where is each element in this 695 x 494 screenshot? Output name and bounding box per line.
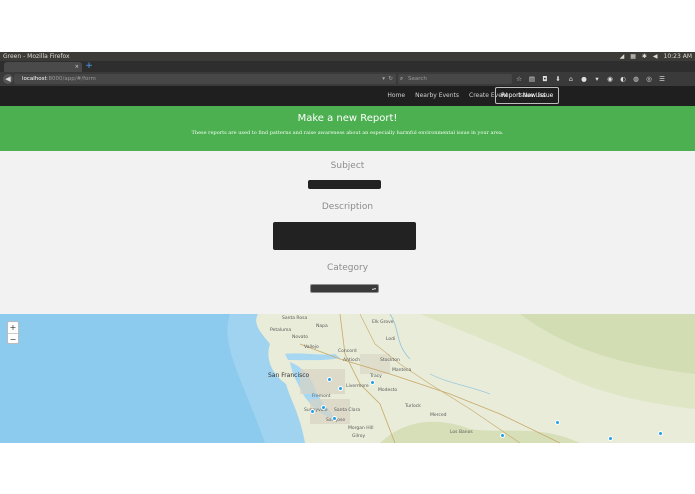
- map-label: Santa Clara: [334, 408, 361, 413]
- window-title-bar: Green - Mozilla Firefox ◢ ▦ ✱ ◀ 10:23 AM: [0, 52, 695, 61]
- url-host: localhost: [22, 76, 47, 82]
- event-marker[interactable]: [608, 436, 613, 441]
- map-label: Fremont: [312, 394, 331, 399]
- page-viewport: Home Nearby Events Create Event Issue Li…: [0, 86, 695, 443]
- tab-strip: Green - Mozilla Firefox × +: [0, 61, 695, 72]
- event-marker[interactable]: [338, 386, 343, 391]
- zoom-in-button[interactable]: +: [8, 322, 18, 333]
- map-label: Turlock: [405, 404, 421, 409]
- event-marker[interactable]: [500, 433, 505, 438]
- zoom-control: + −: [7, 321, 19, 344]
- map-label: Santa Rosa: [282, 316, 308, 321]
- chat-icon[interactable]: ●: [580, 74, 588, 84]
- new-tab-button[interactable]: +: [85, 61, 93, 72]
- url-dropdown-icon[interactable]: ▾: [382, 74, 385, 84]
- site-navbar: Home Nearby Events Create Event Issue Li…: [0, 86, 695, 106]
- bluetooth-icon[interactable]: ✱: [642, 52, 647, 61]
- keyboard-icon[interactable]: ▦: [630, 52, 636, 61]
- map-label: Morgan Hill: [348, 426, 374, 431]
- zoom-out-button[interactable]: −: [8, 333, 18, 344]
- sync-icon[interactable]: ▾: [593, 74, 601, 84]
- browser-toolbar: ◀ localhost:8000/app/#/form ▾ ↻ ⌕ Search…: [0, 72, 695, 86]
- subject-label: Subject: [330, 161, 365, 171]
- addon-icon-3[interactable]: ◍: [632, 74, 640, 84]
- map-label: Modesto: [378, 388, 398, 393]
- map-label: Gilroy: [352, 434, 366, 439]
- map-label: Los Banos: [450, 430, 473, 435]
- description-label: Description: [321, 202, 374, 212]
- reading-list-icon[interactable]: ▤: [528, 74, 536, 84]
- system-tray: ◢ ▦ ✱ ◀ 10:23 AM: [620, 52, 692, 61]
- select-arrows-icon: ▴▾: [371, 286, 376, 291]
- bookmark-star-icon[interactable]: ☆: [515, 74, 523, 84]
- url-path: :8000/app/#/form: [46, 76, 96, 82]
- menu-icon[interactable]: ☰: [658, 74, 666, 84]
- toolbar-icons: ☆ ▤ ◘ ⬇ ⌂ ● ▾ ◉ ◐ ◍ ◎ ☰: [515, 74, 666, 84]
- description-textarea[interactable]: [273, 222, 416, 250]
- category-label: Category: [326, 263, 369, 273]
- download-icon[interactable]: ⬇: [554, 74, 562, 84]
- map-label: Vallejo: [304, 345, 319, 350]
- event-marker[interactable]: [332, 416, 337, 421]
- clock[interactable]: 10:23 AM: [664, 52, 692, 61]
- subject-input[interactable]: [308, 180, 381, 189]
- nav-link-home[interactable]: Home: [382, 86, 410, 106]
- search-bar[interactable]: ⌕ Search: [398, 74, 512, 84]
- map-label: Petaluma: [270, 328, 292, 333]
- addon-icon-2[interactable]: ◐: [619, 74, 627, 84]
- map-label: Livermore: [346, 384, 369, 389]
- event-marker[interactable]: [555, 420, 560, 425]
- event-marker[interactable]: [310, 409, 315, 414]
- map-label: Novato: [292, 335, 309, 340]
- nav-link-report-new-issue[interactable]: Report New Issue: [495, 87, 560, 104]
- url-bar[interactable]: localhost:8000/app/#/form ▾ ↻: [14, 74, 396, 84]
- event-marker[interactable]: [658, 431, 663, 436]
- event-marker[interactable]: [327, 377, 332, 382]
- map-label: San Francisco: [268, 372, 310, 379]
- addon-icon-4[interactable]: ◎: [645, 74, 653, 84]
- home-icon[interactable]: ⌂: [567, 74, 575, 84]
- map-background: [0, 314, 695, 443]
- tab-green[interactable]: Green - Mozilla Firefox ×: [4, 62, 82, 72]
- event-marker[interactable]: [370, 380, 375, 385]
- map[interactable]: + − Santa Rosa Napa Vallejo Concord Anti…: [0, 314, 695, 443]
- map-label: Concord: [338, 349, 357, 354]
- map-label: Napa: [316, 324, 328, 329]
- nav-link-nearby-events[interactable]: Nearby Events: [410, 86, 464, 106]
- addon-icon-1[interactable]: ◉: [606, 74, 614, 84]
- map-label: Tracy: [370, 374, 382, 379]
- map-label: Manteca: [392, 368, 412, 373]
- window-title: Green - Mozilla Firefox: [3, 53, 70, 60]
- browser-window: Green - Mozilla Firefox ◢ ▦ ✱ ◀ 10:23 AM…: [0, 52, 695, 443]
- search-icon: ⌕: [400, 76, 404, 82]
- map-label: Antioch: [343, 358, 361, 363]
- volume-icon[interactable]: ◀: [653, 52, 658, 61]
- page-subtitle: These reports are used to find patterns …: [191, 130, 504, 136]
- map-label: Stockton: [380, 358, 400, 363]
- page-title: Make a new Report!: [297, 113, 398, 124]
- tab-close-icon[interactable]: ×: [75, 62, 79, 72]
- search-placeholder: Search: [408, 76, 427, 82]
- back-button[interactable]: ◀: [3, 74, 13, 84]
- map-label: Merced: [430, 413, 447, 418]
- map-label: Elk Grove: [372, 320, 394, 325]
- hero-banner: Make a new Report! These reports are use…: [0, 106, 695, 151]
- event-marker[interactable]: [321, 405, 326, 410]
- map-label: Lodi: [386, 337, 396, 342]
- reload-icon[interactable]: ↻: [388, 74, 393, 84]
- pocket-icon[interactable]: ◘: [541, 74, 549, 84]
- category-select[interactable]: ▴▾: [310, 284, 379, 293]
- network-icon[interactable]: ◢: [620, 52, 625, 61]
